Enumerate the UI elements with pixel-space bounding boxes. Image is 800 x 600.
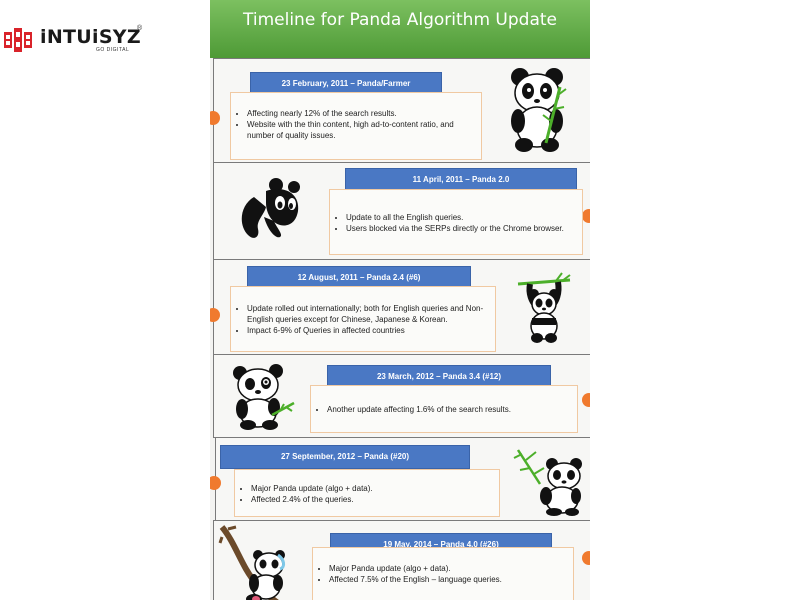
panda-hanging-icon	[517, 272, 571, 343]
entry-bullet: Impact 6-9% of Queries in affected count…	[247, 325, 495, 336]
timeline-entry: 11 April, 2011 – Panda 2.0 Update to all…	[213, 162, 590, 260]
entry-bullet: Major Panda update (algo + data).	[251, 483, 499, 494]
panda-timeline-infographic: Timeline for Panda Algorithm Update 23 F…	[210, 0, 590, 600]
timeline-dot	[210, 111, 220, 125]
entry-bullet: Update to all the English queries.	[346, 212, 582, 223]
entry-details: Major Panda update (algo + data). Affect…	[312, 547, 574, 600]
timeline-dot	[210, 476, 221, 490]
panda-logo-icon	[241, 178, 300, 238]
timeline-entry: 27 September, 2012 – Panda (#20) Major P…	[210, 437, 590, 521]
timeline-entry: 23 February, 2011 – Panda/Farmer Affecti…	[210, 58, 590, 163]
timeline-entry: 19 May, 2014 – Panda 4.0 (#26) Major Pan…	[213, 520, 590, 600]
timeline-dot	[582, 551, 590, 565]
title-bar: Timeline for Panda Algorithm Update	[210, 0, 590, 58]
entry-bullet: Major Panda update (algo + data).	[329, 563, 573, 574]
entry-bullet: Affected 2.4% of the queries.	[251, 494, 499, 505]
entry-bullet: Another update affecting 1.6% of the sea…	[327, 404, 577, 415]
logo-name: iNTUiSYZ	[40, 26, 141, 48]
entry-bullet: Users blocked via the SERPs directly or …	[346, 223, 582, 234]
logo-mark-icon	[4, 28, 32, 52]
logo-registered-mark: ®	[137, 25, 143, 32]
entry-bullet: Website with the thin content, high ad-t…	[247, 119, 481, 141]
timeline-entry: 12 August, 2011 – Panda 2.4 (#6) Update …	[210, 259, 590, 355]
panda-in-tree-icon	[218, 525, 286, 600]
panda-sitting-icon	[233, 364, 295, 430]
timeline-dot	[210, 308, 220, 322]
logo-tagline: GO DIGITAL	[96, 47, 130, 53]
company-logo: iNTUiSYZ ® GO DIGITAL	[4, 25, 144, 54]
entry-date: 27 September, 2012 – Panda (#20)	[220, 445, 470, 469]
entry-details: Another update affecting 1.6% of the sea…	[310, 385, 578, 433]
entry-details: Update to all the English queries. Users…	[329, 189, 583, 255]
infographic-title: Timeline for Panda Algorithm Update	[243, 10, 557, 30]
entry-details: Update rolled out internationally; both …	[230, 286, 496, 352]
entry-details: Major Panda update (algo + data). Affect…	[234, 469, 500, 517]
entry-bullet: Affecting nearly 12% of the search resul…	[247, 108, 481, 119]
panda-holding-bamboo-icon	[511, 68, 567, 152]
timeline-entry: 23 March, 2012 – Panda 3.4 (#12) Another…	[213, 354, 590, 438]
timeline-dot	[582, 393, 590, 407]
entry-details: Affecting nearly 12% of the search resul…	[230, 92, 482, 160]
entry-bullet: Update rolled out internationally; both …	[247, 303, 495, 325]
timeline-dot	[582, 209, 590, 223]
entry-bullet: Affected 7.5% of the English – language …	[329, 574, 573, 585]
panda-bamboo-icon	[513, 449, 582, 516]
